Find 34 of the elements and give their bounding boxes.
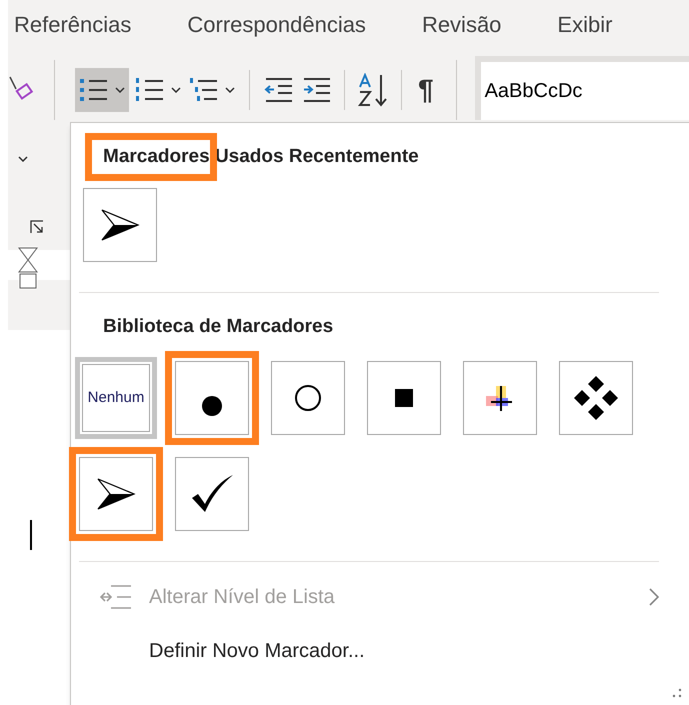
section-heading: Marcadores Usados Recentemente: [103, 145, 419, 169]
arrowhead-bullet-icon: [96, 477, 136, 511]
menu-item[interactable]: Definir Novo Marcador...: [71, 624, 689, 678]
ribbon-tab[interactable]: Referências: [14, 8, 132, 40]
bullet-option[interactable]: Nenhum: [75, 357, 157, 439]
show-formatting-button[interactable]: ¶: [410, 69, 442, 111]
dot-bullet-icon: [201, 395, 223, 417]
chevron-down-icon: [115, 87, 125, 93]
square-bullet-icon: [395, 389, 413, 407]
list-level-icon: [99, 584, 133, 610]
ribbon-tab[interactable]: Revisão: [422, 8, 502, 40]
indent-right-icon: [302, 77, 332, 103]
bullet-list-icon: [79, 76, 109, 104]
style-gallery[interactable]: AaBbCcDc: [474, 56, 689, 120]
four-diamonds-bullet-icon: [573, 375, 619, 421]
chevron-down-icon: [171, 87, 181, 93]
ribbon-tab[interactable]: Exibir: [557, 8, 612, 40]
resize-grip-icon: [672, 688, 682, 698]
indent-left-icon: [264, 77, 294, 103]
arrowhead-bullet-icon: [100, 208, 140, 242]
crosshair-bullet-icon: [486, 384, 514, 412]
chevron-down-icon: [18, 156, 28, 162]
bullets-button[interactable]: [75, 68, 129, 112]
numbered-list-icon: [135, 76, 165, 104]
ribbon-tab[interactable]: Correspondências: [187, 8, 366, 40]
check-bullet-icon: [190, 474, 234, 514]
section-heading: Biblioteca de Marcadores: [103, 314, 334, 338]
circle-bullet-icon: [294, 384, 322, 412]
sort-az-icon: [357, 73, 389, 107]
chevron-down-icon: [225, 87, 235, 93]
chevron-right-icon: [649, 588, 659, 606]
text-cursor: [30, 520, 32, 550]
multilevel-list-icon: [189, 76, 219, 104]
dialog-launcher-icon: [30, 220, 44, 234]
